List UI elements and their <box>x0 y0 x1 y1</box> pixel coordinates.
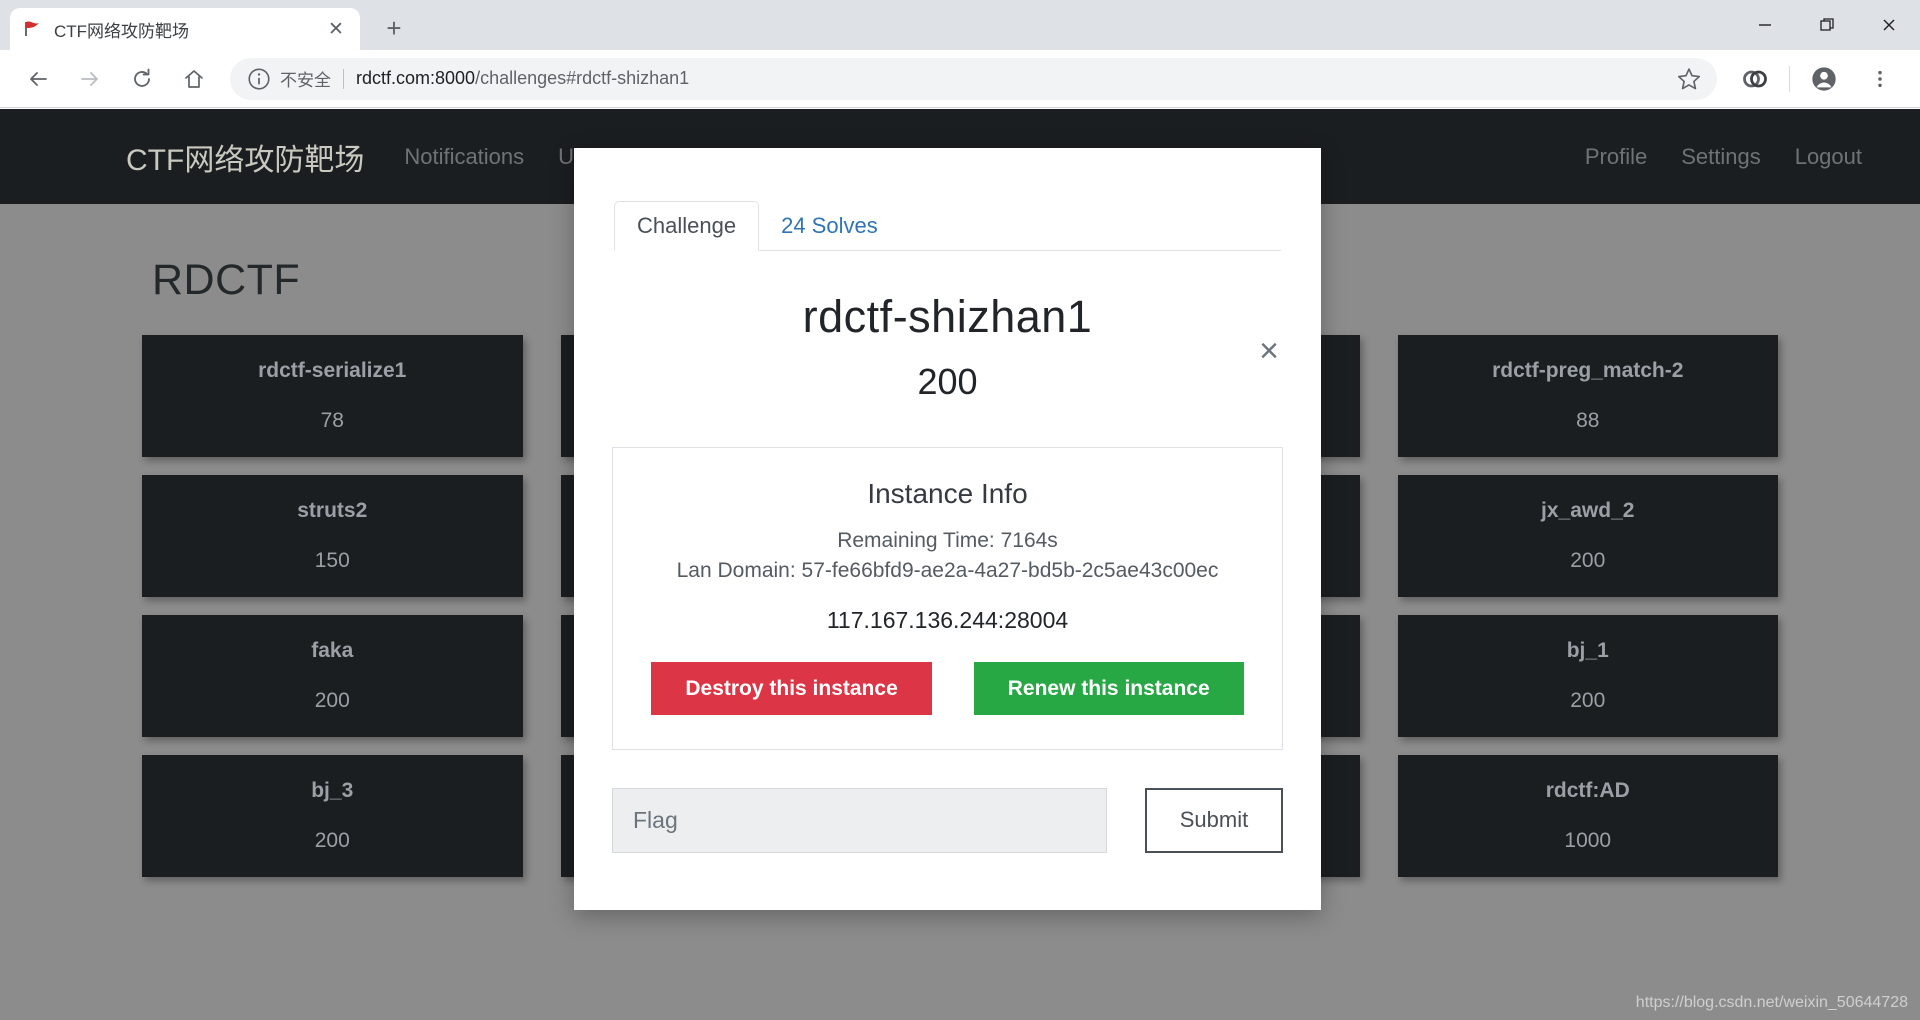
instance-lan-domain: Lan Domain: 57-fe66bfd9-ae2a-4a27-bd5b-2… <box>676 559 1219 583</box>
instance-info-card: Instance Info Remaining Time: 7164s Lan … <box>612 447 1283 750</box>
close-modal-icon[interactable]: × <box>1259 334 1279 368</box>
tab-solves[interactable]: 24 Solves <box>759 202 900 250</box>
modal-backdrop[interactable]: Challenge 24 Solves × rdctf-shizhan1 200… <box>0 0 1920 1020</box>
renew-instance-button[interactable]: Renew this instance <box>973 661 1244 715</box>
challenge-title: rdctf-shizhan1 <box>802 291 1093 342</box>
challenge-modal: Challenge 24 Solves × rdctf-shizhan1 200… <box>574 148 1321 910</box>
instance-actions: Destroy this instance Renew this instanc… <box>633 661 1262 715</box>
flag-input[interactable] <box>612 787 1107 853</box>
submit-flag-button[interactable]: Submit <box>1145 787 1283 853</box>
instance-info-heading: Instance Info <box>867 478 1028 509</box>
tab-challenge[interactable]: Challenge <box>614 201 760 251</box>
challenge-value: 200 <box>917 361 978 402</box>
destroy-instance-button[interactable]: Destroy this instance <box>651 661 932 715</box>
modal-tab-list: Challenge 24 Solves <box>614 198 1281 251</box>
browser-window: CTF网络攻防靶场 ✕ + 不安全 rdctf.com:8000/challen… <box>0 0 1920 1020</box>
instance-remaining-time: Remaining Time: 7164s <box>837 529 1058 552</box>
flag-submit-row: Submit <box>612 787 1283 853</box>
instance-address: 117.167.136.244:28004 <box>826 606 1069 633</box>
